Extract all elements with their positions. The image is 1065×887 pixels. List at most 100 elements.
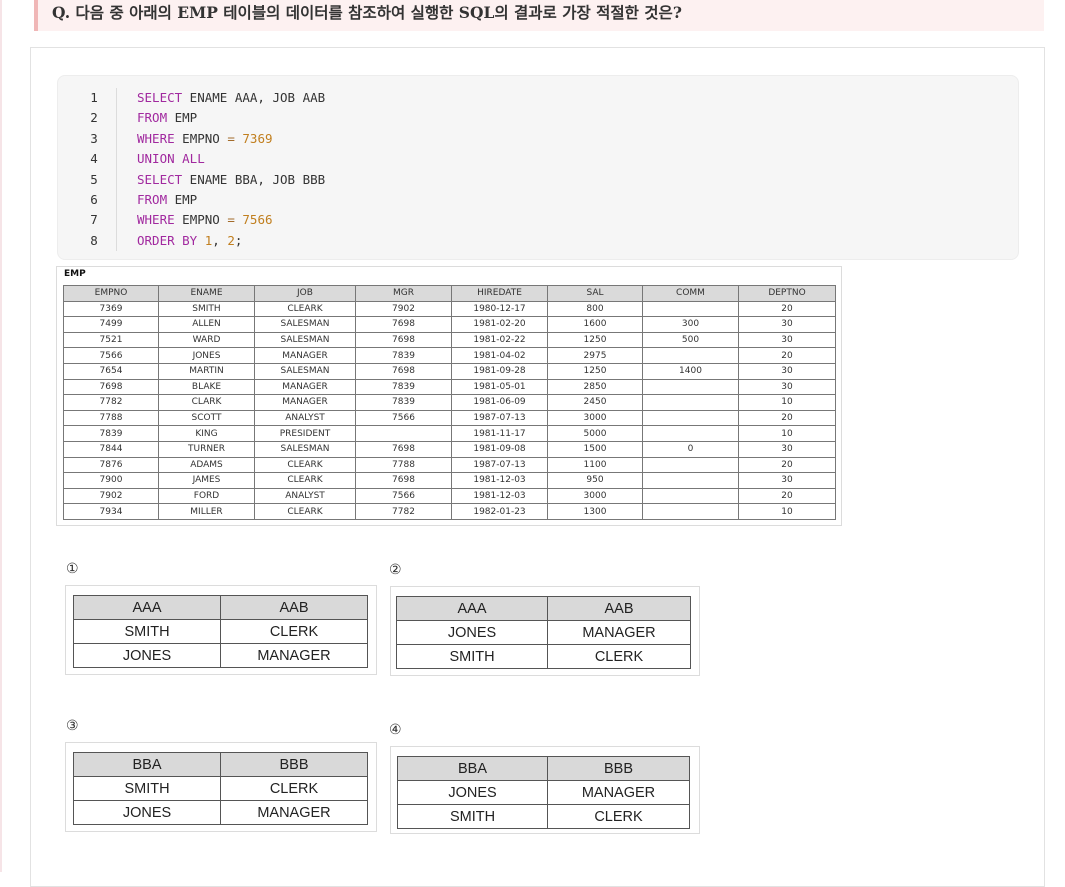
code-text: WHERE EMPNO = 7566 [137,210,273,230]
option-3-cell: SMITH [73,776,221,801]
emp-cell: 7499 [63,316,159,333]
emp-cell: 30 [738,472,836,489]
emp-cell: 20 [738,456,836,474]
option-4-cell: MANAGER [547,780,690,805]
emp-cell: 7782 [63,394,159,411]
emp-cell: 10 [738,425,836,442]
emp-cell: 30 [738,378,836,396]
emp-cell: 1981-02-22 [451,331,548,349]
code-block: 1 SELECT ENAME AAA, JOB AAB 2 FROM EMP 3 WHER… [57,75,1019,260]
option-4-table: BBA BBB JONES MANAGER SMITH CLERK [397,756,690,829]
emp-cell: 1500 [547,440,643,458]
emp-table-wrapper: EMP EMPNO ENAME JOB MGR HIREDATE SAL COMM DEPTN… [56,266,842,526]
option-1-table: AAA AAB SMITH CLERK JONES MANAGER [73,595,368,668]
sql-keyword: SELECT [137,171,183,187]
option-1-box[interactable]: AAA AAB SMITH CLERK JONES MANAGER [65,585,377,675]
table-row: 7698 BLAKE MANAGER 7839 1981-05-01 2850 30 [63,378,836,396]
emp-cell: 1300 [547,503,643,520]
emp-cell: 1981-12-03 [451,487,548,505]
emp-column-header: DEPTNO [738,285,836,302]
emp-cell: SALESMAN [254,362,356,380]
emp-cell: 30 [738,440,836,458]
emp-cell: 1400 [642,362,739,380]
option-4-cell: SMITH [397,804,548,829]
sql-token: EMP [167,192,198,207]
option-4-box[interactable]: BBA BBB JONES MANAGER SMITH CLERK [390,746,700,834]
emp-cell: 1250 [547,362,643,380]
sql-keyword: WHERE [137,130,175,146]
question-text: Q. 다음 중 아래의 EMP 테이블의 데이터를 참조하여 실행한 SQL의 … [52,3,682,22]
sql-number: 7369 [242,130,273,146]
emp-table-header-row: EMPNO ENAME JOB MGR HIREDATE SAL COMM DEPTNO [63,285,836,302]
option-3-number[interactable]: ③ [66,718,79,734]
emp-cell [642,425,739,442]
option-2-box[interactable]: AAA AAB JONES MANAGER SMITH CLERK [390,586,700,676]
table-row: 7566 JONES MANAGER 7839 1981-04-02 2975 20 [63,347,836,364]
emp-cell: CLEARK [254,472,356,489]
line-number: 3 [90,130,98,146]
option-3-box[interactable]: BBA BBB SMITH CLERK JONES MANAGER [65,742,377,832]
emp-cell: 1981-05-01 [451,378,548,396]
sql-token: ENAME AAA, JOB AAB [182,90,326,105]
sql-keyword: SELECT [137,90,183,105]
emp-cell: MANAGER [254,394,356,411]
option-1-cell: JONES [73,643,221,668]
emp-cell: 7839 [355,394,452,411]
emp-cell: 500 [642,331,739,349]
emp-cell: ANALYST [254,409,356,427]
emp-cell: 7369 [63,300,159,318]
table-row: 7788 SCOTT ANALYST 7566 1987-07-13 3000 20 [63,409,836,427]
code-text: WHERE EMPNO = 7369 [137,129,273,149]
emp-cell: 1987-07-13 [451,409,548,427]
emp-column-header: JOB [254,285,356,302]
option-1-cell: CLERK [220,619,368,644]
option-3-cell: CLERK [220,776,368,801]
option-1-cell: SMITH [73,619,221,644]
code-text: SELECT ENAME BBA, JOB BBB [137,170,325,190]
emp-column-header: SAL [547,285,643,302]
emp-cell: 800 [547,300,643,318]
emp-cell: SMITH [158,300,255,318]
option-2-number[interactable]: ② [389,562,402,578]
emp-cell: 7698 [355,472,452,489]
code-line-separator [116,88,117,251]
emp-cell: 20 [738,487,836,505]
content-panel: 1 SELECT ENAME AAA, JOB AAB 2 FROM EMP 3 WHER… [30,47,1045,887]
emp-cell: BLAKE [158,378,255,396]
emp-cell: 1981-11-17 [451,425,548,442]
emp-cell: SCOTT [158,409,255,427]
option-2-cell: CLERK [547,644,691,669]
emp-cell: 7788 [355,456,452,474]
option-1-cell: MANAGER [220,643,368,668]
option-4-number[interactable]: ④ [389,722,402,738]
question-bar: Q. 다음 중 아래의 EMP 테이블의 데이터를 참조하여 실행한 SQL의 … [34,0,1044,31]
table-row: 7900 JAMES CLEARK 7698 1981-12-03 950 30 [63,472,836,489]
table-row: SMITH CLERK [73,776,368,801]
sql-operator: = [227,212,235,228]
sql-token: ; [234,232,243,248]
emp-cell [642,300,739,318]
emp-cell: 10 [738,503,836,520]
emp-cell: 1981-12-03 [451,472,548,489]
sql-token: ENAME BBA, JOB BBB [182,171,326,187]
sql-keyword: FROM [137,110,168,126]
option-3-header-1: BBA [73,752,221,777]
option-1-number[interactable]: ① [66,561,79,577]
emp-column-header: COMM [642,285,739,302]
emp-cell: 2850 [547,378,643,396]
table-row: SMITH CLERK [396,644,691,669]
sql-token: EMP [167,110,198,126]
table-row: SMITH CLERK [73,619,368,644]
emp-cell: 7566 [355,487,452,505]
emp-cell: 7698 [355,316,452,333]
line-number: 8 [90,232,98,248]
emp-cell: 20 [738,347,836,364]
table-row: 7876 ADAMS CLEARK 7788 1987-07-13 1100 20 [63,456,836,474]
emp-cell: 10 [738,394,836,411]
emp-cell: TURNER [158,440,255,458]
emp-column-header: MGR [355,285,452,302]
emp-cell: 7698 [355,331,452,349]
emp-cell: 5000 [547,425,643,442]
emp-cell: WARD [158,331,255,349]
emp-cell: CLEARK [254,300,356,318]
